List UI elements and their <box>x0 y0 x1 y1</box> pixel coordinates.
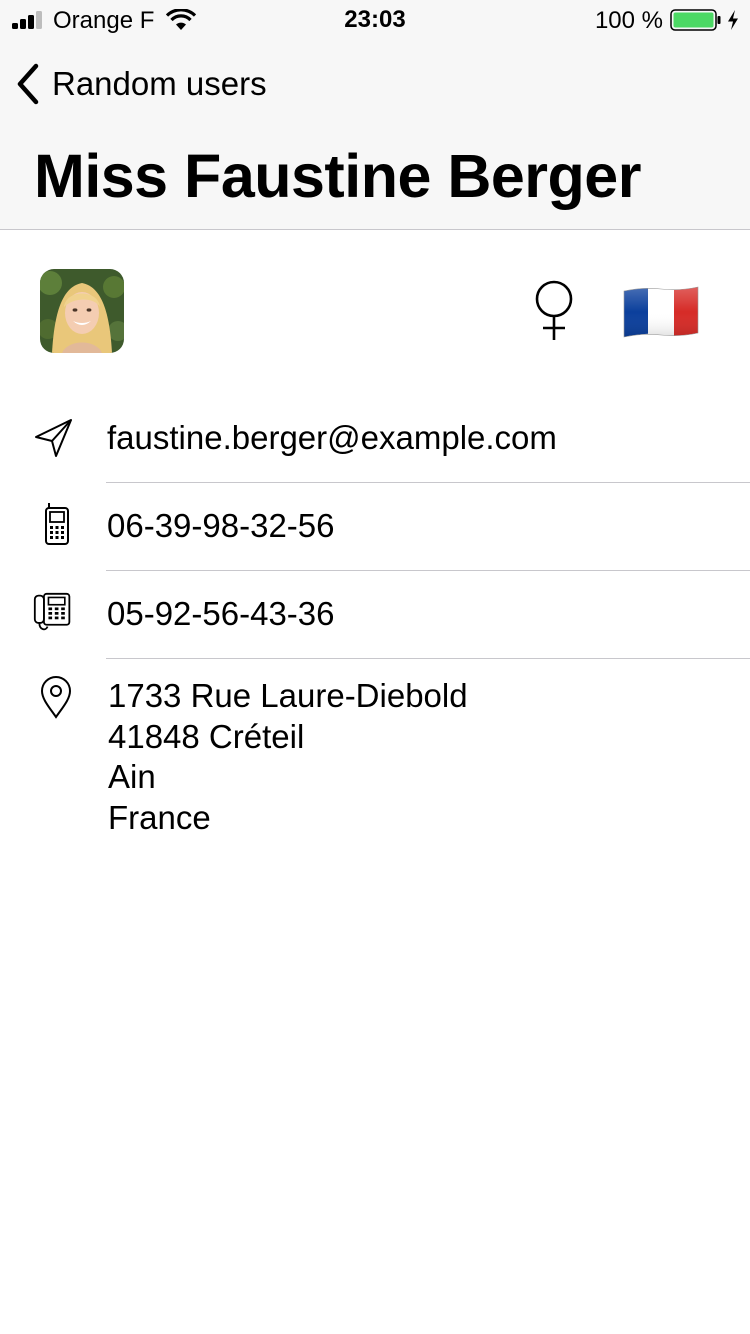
divider <box>106 482 750 483</box>
mobile-phone-icon <box>45 503 69 545</box>
status-bar: Orange F 23:03 100 % <box>0 0 750 40</box>
paper-plane-icon <box>35 419 72 457</box>
address-street: 1733 Rue Laure-Diebold <box>108 677 468 714</box>
desk-phone-icon <box>33 592 71 631</box>
address-postcode-city: 41848 Créteil <box>108 717 305 755</box>
divider <box>106 570 750 571</box>
divider <box>106 658 750 659</box>
user-detail-screen: Orange F 23:03 100 % Random users Miss F… <box>0 0 750 1334</box>
location-pin-icon <box>40 676 72 719</box>
address-country: France <box>108 798 211 836</box>
chevron-left-icon <box>17 63 39 105</box>
home-phone-value[interactable]: 05-92-56-43-36 <box>107 594 335 634</box>
battery-icon <box>670 9 721 31</box>
france-flag-icon <box>623 286 699 338</box>
address-state: Ain <box>108 758 156 795</box>
back-button-label: Random users <box>52 65 267 102</box>
female-symbol-icon <box>535 280 573 340</box>
avatar <box>40 269 124 353</box>
email-value[interactable]: faustine.berger@example.com <box>107 418 557 458</box>
address-block[interactable]: 1733 Rue Laure-Diebold 41848 Créteil Ain… <box>108 676 468 838</box>
cell-phone-value[interactable]: 06-39-98-32-56 <box>107 506 335 546</box>
back-button[interactable]: Random users <box>14 60 267 108</box>
battery-percentage: 100 % <box>594 7 663 34</box>
charging-bolt-icon <box>728 10 738 30</box>
page-title: Miss Faustine Berger <box>34 142 641 210</box>
navigation-bar: Orange F 23:03 100 % Random users Miss F… <box>0 0 750 230</box>
